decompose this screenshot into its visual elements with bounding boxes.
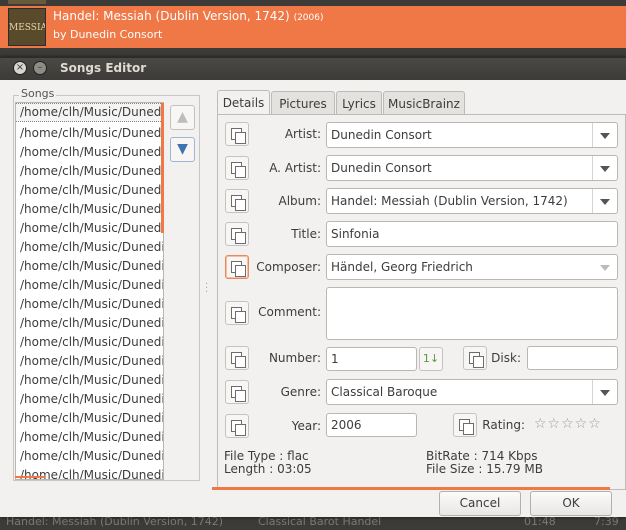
ok-button[interactable]: OK [530, 491, 612, 516]
background-track-list: MESSIAH Handel: Messiah (Dublin Version,… [0, 0, 626, 57]
album-artist: by Dunedin Consort [53, 28, 163, 41]
composer-combo[interactable]: Händel, Georg Friedrich [326, 254, 618, 280]
chevron-down-icon[interactable] [593, 255, 617, 279]
previous-album-thumbnail [8, 0, 46, 4]
genre-value: Classical Baroque [331, 385, 438, 399]
artist-value: Dunedin Consort [331, 128, 432, 142]
auto-number-button[interactable]: 1↓ [419, 347, 443, 371]
chevron-down-icon[interactable] [592, 380, 617, 404]
comment-field[interactable] [326, 287, 618, 340]
tab-musicbrainz[interactable]: MusicBrainz [383, 91, 465, 115]
close-icon[interactable]: × [13, 61, 27, 75]
move-down-button[interactable]: ▼ [170, 137, 195, 162]
album-label: Album: [278, 194, 322, 208]
file-size-info: File Size : 15.79 MB [426, 462, 543, 476]
copy-year-button[interactable] [225, 414, 249, 438]
list-item[interactable]: /home/clh/Music/Dunedin Consort [16, 238, 163, 257]
dialog-title: Songs Editor [60, 61, 147, 75]
copy-title-button[interactable] [225, 222, 249, 246]
songs-list[interactable]: /home/clh/Music/Dunedin Consort /home/cl… [15, 102, 164, 480]
copy-artist-button[interactable] [225, 122, 249, 146]
chevron-down-icon[interactable] [592, 123, 617, 147]
composer-value: Händel, Georg Friedrich [331, 260, 473, 274]
number-field[interactable]: 1 [326, 347, 417, 371]
arrow-down-icon: ▼ [177, 141, 188, 157]
list-item[interactable]: /home/clh/Music/Dunedin Consort [16, 257, 163, 276]
copy-disk-button[interactable] [463, 346, 487, 370]
copy-number-button[interactable] [225, 346, 249, 370]
auto-number-icon: 1↓ [422, 352, 440, 365]
year-field[interactable]: 2006 [326, 413, 417, 437]
list-item[interactable]: /home/clh/Music/Dunedin Consort [16, 219, 163, 238]
album-combo[interactable]: Handel: Messiah (Dublin Version, 1742) [326, 188, 618, 214]
title-label: Title: [291, 227, 321, 241]
list-item[interactable]: /home/clh/Music/Dunedin Consort [16, 200, 163, 219]
scroll-indicator[interactable] [161, 103, 164, 233]
copy-composer-button[interactable] [225, 255, 249, 279]
list-item[interactable]: /home/clh/Music/Dunedin Consort [16, 371, 163, 390]
tab-pictures[interactable]: Pictures [271, 91, 335, 115]
list-item[interactable]: /home/clh/Music/Dunedin Consort [16, 314, 163, 333]
album-artist-combo[interactable]: Dunedin Consort [326, 155, 618, 181]
title-field[interactable]: Sinfonia [326, 221, 618, 247]
genre-combo[interactable]: Classical Baroque [326, 379, 618, 405]
copy-rating-button[interactable] [453, 413, 477, 437]
composer-label: Composer: [256, 260, 321, 274]
songs-label: Songs [19, 87, 57, 100]
album-artist-value: Dunedin Consort [331, 161, 432, 175]
copy-comment-button[interactable] [225, 301, 249, 325]
title-value: Sinfonia [331, 227, 380, 241]
copy-genre-button[interactable] [225, 380, 249, 404]
album-title: Handel: Messiah (Dublin Version, 1742) (… [53, 9, 324, 23]
year-value: 2006 [331, 418, 362, 432]
list-item[interactable]: /home/clh/Music/Dunedin Consort [16, 390, 163, 409]
rating-stars[interactable]: ☆☆☆☆☆ [534, 416, 602, 432]
number-label: Number: [268, 351, 321, 365]
horizontal-scroll-indicator[interactable] [15, 476, 45, 478]
list-item[interactable]: /home/clh/Music/Dunedin Consort [16, 162, 163, 181]
copy-album-button[interactable] [225, 189, 249, 213]
list-item[interactable]: /home/clh/Music/Dunedin Consort [16, 103, 163, 122]
rating-label: Rating: [482, 418, 525, 432]
bitrate-info: BitRate : 714 Kbps [426, 449, 538, 463]
list-item[interactable]: /home/clh/Music/Dunedin Consort [16, 333, 163, 352]
tab-details[interactable]: Details [217, 90, 270, 115]
disk-label: Disk: [491, 351, 521, 365]
artist-label: Artist: [284, 127, 321, 141]
list-item[interactable]: /home/clh/Music/Dunedin Consort [16, 124, 163, 143]
comment-label: Comment: [258, 305, 321, 319]
copy-album-artist-button[interactable] [225, 156, 249, 180]
album-artist-label: A. Artist: [269, 161, 321, 175]
year-label: Year: [291, 419, 321, 433]
list-item[interactable]: /home/clh/Music/Dunedin Consort [16, 447, 163, 466]
horizontal-scroll-indicator[interactable] [212, 487, 610, 490]
length-info: Length : 03:05 [224, 462, 312, 476]
disk-field[interactable] [527, 346, 618, 370]
chevron-down-icon[interactable] [592, 156, 617, 180]
list-item[interactable]: /home/clh/Music/Dunedin Consort [16, 295, 163, 314]
move-up-button[interactable]: ▲ [170, 105, 195, 130]
list-item[interactable]: /home/clh/Music/Dunedin Consort [16, 181, 163, 200]
album-cover-thumbnail: MESSIAH [8, 8, 46, 46]
selected-album-row[interactable]: MESSIAH Handel: Messiah (Dublin Version,… [0, 6, 626, 48]
cancel-button[interactable]: Cancel [439, 491, 521, 516]
songs-editor-dialog: × – Songs Editor Songs /home/clh/Music/D… [0, 57, 626, 517]
chevron-down-icon[interactable] [592, 189, 617, 213]
list-item[interactable]: /home/clh/Music/Dunedin Consort [16, 428, 163, 447]
minimize-icon[interactable]: – [33, 61, 47, 75]
list-item[interactable]: /home/clh/Music/Dunedin Consort [16, 352, 163, 371]
genre-label: Genre: [280, 385, 321, 399]
list-item[interactable]: /home/clh/Music/Dunedin Consort [16, 276, 163, 295]
dialog-titlebar: × – Songs Editor [0, 58, 626, 80]
number-value: 1 [331, 352, 339, 366]
pane-grip-icon[interactable]: · · · [205, 280, 208, 298]
list-item[interactable]: /home/clh/Music/Dunedin Consort [16, 409, 163, 428]
arrow-up-icon: ▲ [177, 109, 188, 125]
tab-lyrics[interactable]: Lyrics [336, 91, 382, 115]
artist-combo[interactable]: Dunedin Consort [326, 122, 618, 148]
file-type-info: File Type : flac [224, 449, 309, 463]
album-value: Handel: Messiah (Dublin Version, 1742) [331, 194, 568, 208]
list-item[interactable]: /home/clh/Music/Dunedin Consort [16, 143, 163, 162]
